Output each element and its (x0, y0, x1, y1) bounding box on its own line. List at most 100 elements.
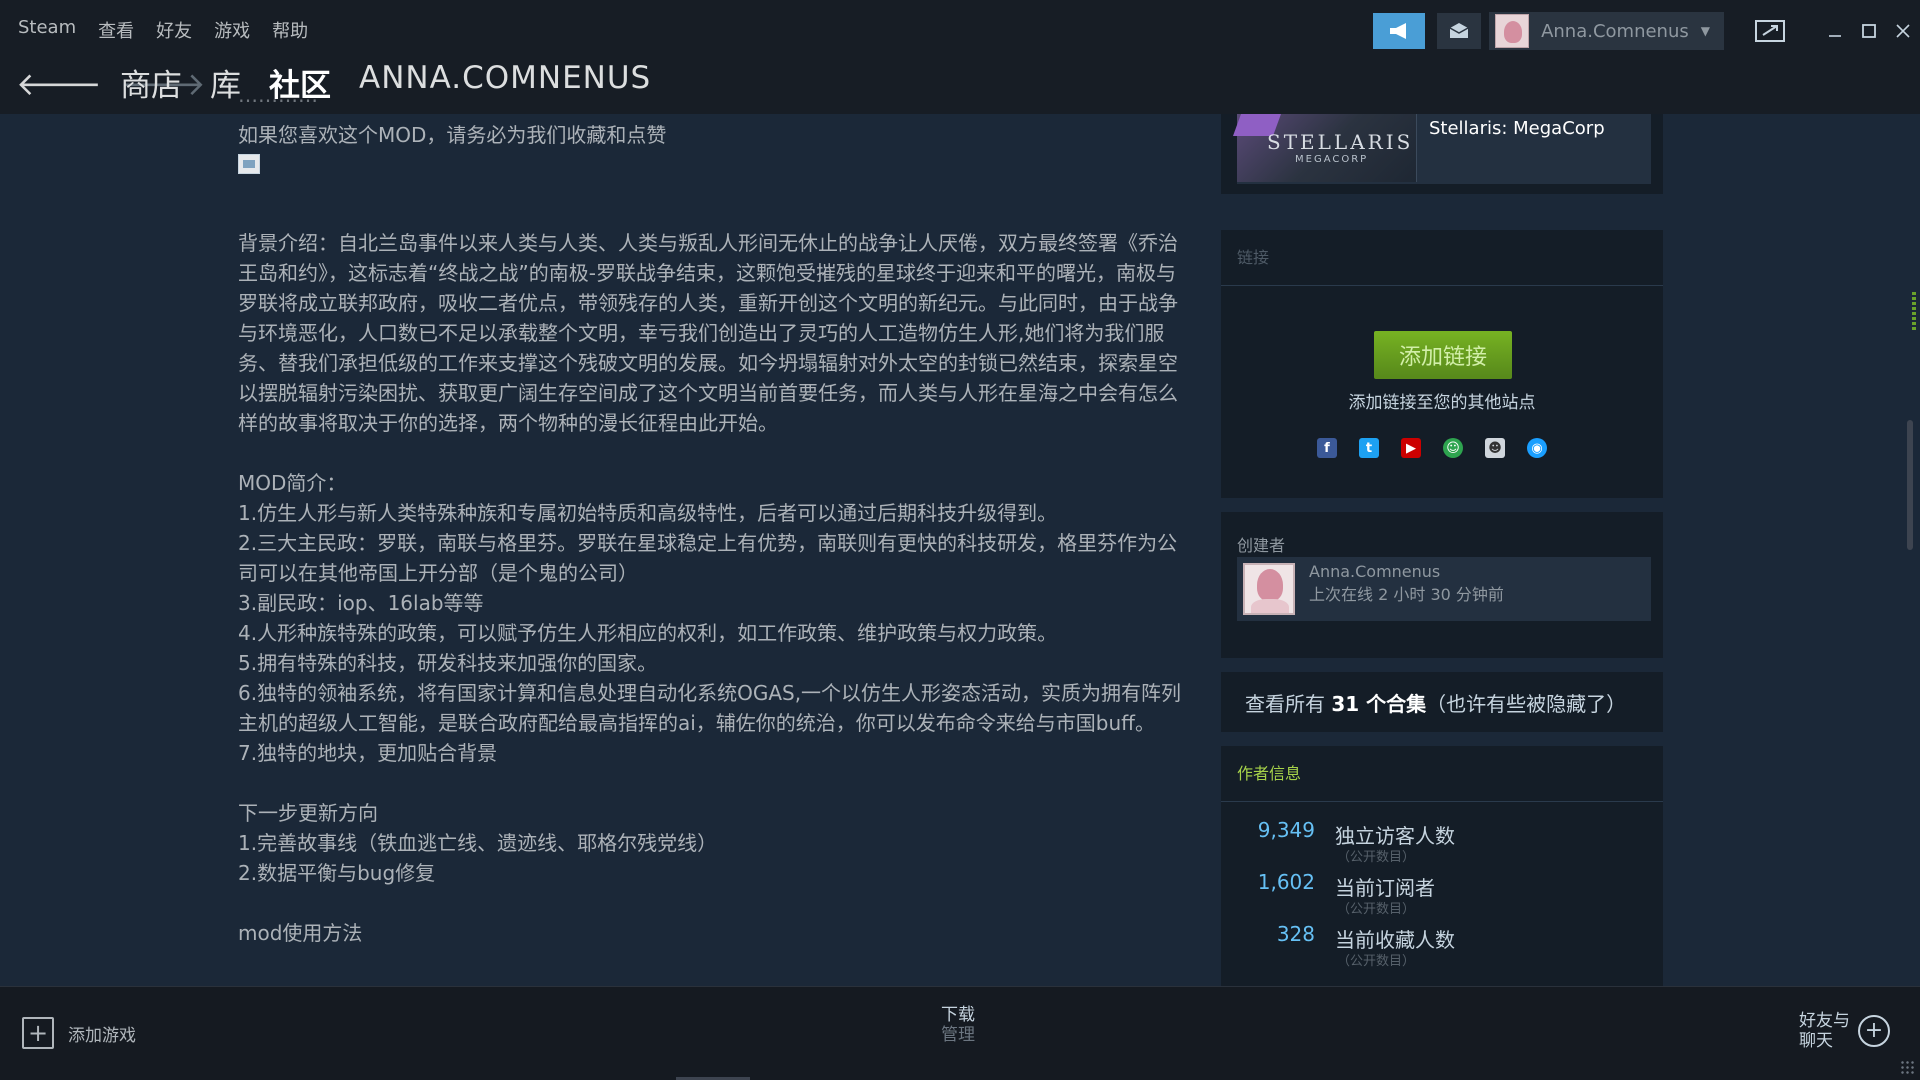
mod-item: 5.拥有特殊的科技，研发科技来加强你的国家。 (238, 651, 658, 675)
collections-count: 31 个合集 (1331, 692, 1427, 716)
mod-item: 4.人形种族特殊的政策，可以赋予仿生人形相应的权利，如工作政策、维护政策与权力政… (238, 621, 1058, 645)
stat-label: 独立访客人数 (1335, 824, 1455, 848)
menu-item-steam[interactable]: Steam (18, 17, 76, 43)
facebook-icon[interactable]: f (1317, 438, 1337, 458)
mod-item: 7.独特的地块，更加贴合背景 (238, 741, 498, 765)
friends-label: 好友与 聊天 (1799, 1011, 1850, 1051)
steam-icon[interactable]: ◉ (1527, 438, 1547, 458)
maximize-button[interactable] (1852, 14, 1886, 48)
stat-sub: （公开数目） (1337, 954, 1416, 969)
big-picture-button[interactable] (1748, 16, 1792, 46)
stat-value: 1,602 (1257, 870, 1315, 894)
menu-item-view[interactable]: 查看 (98, 17, 134, 43)
mod-intro-title: MOD简介： (238, 471, 347, 495)
downloads-button[interactable]: 下载 管理 (941, 1005, 975, 1045)
collections-panel[interactable]: 查看所有 31 个合集（也许有些被隐藏了） (1221, 672, 1663, 732)
avatar[interactable] (1243, 563, 1295, 615)
page-scrollbar[interactable] (1907, 420, 1913, 550)
menu-bar: Steam 查看 好友 游戏 帮助 (18, 17, 308, 43)
announcements-button[interactable] (1373, 13, 1426, 49)
window-controls (1818, 14, 1920, 48)
chevron-down-icon: ▼ (1700, 24, 1710, 38)
links-title: 链接 (1221, 230, 1663, 286)
author-info-title: 作者信息 (1221, 746, 1663, 802)
expand-icon (1755, 20, 1785, 42)
workshop-description: ………… 如果您喜欢这个MOD，请务必为我们收藏和点赞 背景介绍：自北兰岛事件以… (238, 96, 1188, 986)
dlc-logo: STELLARIS (1267, 130, 1414, 154)
resize-grip-icon[interactable] (1900, 1060, 1916, 1076)
nav-library[interactable]: 库 (210, 60, 241, 105)
creator-panel: 创建者 Anna.Comnenus 上次在线 2 小时 30 分钟前 (1221, 512, 1663, 658)
minimize-icon (1829, 35, 1841, 37)
menu-item-games[interactable]: 游戏 (214, 17, 250, 43)
background-paragraph: 背景介绍：自北兰岛事件以来人类与人类、人类与叛乱人形间无休止的战争让人厌倦，双方… (238, 231, 1178, 435)
stat-sub: （公开数目） (1337, 902, 1416, 917)
megaphone-icon (1390, 23, 1407, 39)
menu-item-help[interactable]: 帮助 (272, 17, 308, 43)
creator-name[interactable]: Anna.Comnenus (1309, 562, 1440, 581)
plus-icon: + (22, 1017, 54, 1049)
right-sidebar: STELLARIS MEGACORP Stellaris: MegaCorp 链… (1221, 114, 1663, 994)
smile-icon[interactable]: ☺ (1443, 438, 1463, 458)
envelope-icon (1449, 23, 1469, 38)
friends-line1: 好友与 (1799, 1011, 1850, 1031)
collections-link[interactable]: 查看所有 31 个合集（也许有些被隐藏了） (1245, 688, 1626, 717)
next-item: 2.数据平衡与bug修复 (238, 861, 436, 885)
twitter-icon[interactable]: t (1359, 438, 1379, 458)
back-arrow-icon[interactable]: 🡐 (16, 66, 102, 102)
minimize-button[interactable] (1818, 14, 1852, 48)
dlc-thumbnail: STELLARIS MEGACORP (1232, 114, 1417, 182)
stat-label: 当前订阅者 (1335, 876, 1435, 900)
stat-sub: （公开数目） (1337, 850, 1416, 865)
mod-item: 3.副民政：iop、16lab等等 (238, 591, 484, 615)
scroll-indicator (1912, 292, 1916, 332)
mod-item: 2.三大主民政：罗联，南联与格里芬。罗联在星球稳定上有优势，南联则有更快的科技研… (238, 531, 1178, 585)
avatar (1495, 14, 1530, 48)
nav-store[interactable]: 商店 (120, 60, 182, 105)
creator-card[interactable]: Anna.Comnenus 上次在线 2 小时 30 分钟前 (1237, 557, 1651, 621)
stat-value: 9,349 (1257, 818, 1315, 842)
notifications-button[interactable] (1437, 13, 1482, 49)
manage-label: 管理 (941, 1025, 975, 1045)
youtube-icon[interactable]: ▶ (1401, 438, 1421, 458)
broken-image-icon (238, 154, 260, 174)
collections-prefix: 查看所有 (1245, 692, 1332, 716)
add-game-label: 添加游戏 (68, 1025, 136, 1046)
links-panel: 链接 添加链接 添加链接至您的其他站点 f t ▶ ☺ ☻ ◉ (1221, 230, 1663, 498)
reddit-icon[interactable]: ☻ (1485, 438, 1505, 458)
close-button[interactable] (1886, 14, 1920, 48)
collections-suffix: （也许有些被隐藏了） (1426, 692, 1627, 716)
add-link-description: 添加链接至您的其他站点 (1348, 393, 1536, 413)
dlc-item[interactable]: STELLARIS MEGACORP Stellaris: MegaCorp (1232, 114, 1651, 184)
usage-title: mod使用方法 (238, 921, 363, 945)
stat-row: 1,602 当前订阅者 （公开数目） (1221, 870, 1663, 920)
bottom-bar: + 添加游戏 下载 管理 好友与 聊天 + (0, 986, 1920, 1080)
maximize-icon (1862, 24, 1876, 38)
account-menu[interactable]: Anna.Comnenus ▼ (1489, 12, 1724, 50)
add-link-button[interactable]: 添加链接 (1374, 331, 1512, 379)
friends-chat-button[interactable]: 好友与 聊天 + (1799, 1011, 1890, 1051)
creator-status: 上次在线 2 小时 30 分钟前 (1309, 585, 1504, 604)
title-bar: Steam 查看 好友 游戏 帮助 Anna.Comnenus ▼ (0, 0, 1920, 58)
stat-row: 9,349 独立访客人数 （公开数目） (1221, 818, 1663, 868)
dlc-logo-sub: MEGACORP (1295, 154, 1369, 165)
author-info-panel: 作者信息 9,349 独立访客人数 （公开数目） 1,602 当前订阅者 （公开… (1221, 746, 1663, 994)
description-lead: 如果您喜欢这个MOD，请务必为我们收藏和点赞 (238, 123, 667, 147)
add-friend-icon: + (1858, 1015, 1890, 1047)
mod-item: 1.仿生人形与新人类特殊种族和专属初始特质和高级特性，后者可以通过后期科技升级得… (238, 501, 1058, 525)
stat-label: 当前收藏人数 (1335, 928, 1455, 952)
dlc-title[interactable]: Stellaris: MegaCorp (1429, 118, 1605, 139)
social-links: f t ▶ ☺ ☻ ◉ (1317, 438, 1547, 458)
stat-row: 328 当前收藏人数 （公开数目） (1221, 922, 1663, 972)
friends-line2: 聊天 (1799, 1031, 1833, 1051)
download-label: 下载 (941, 1005, 975, 1025)
menu-item-friends[interactable]: 好友 (156, 17, 192, 43)
add-game-button[interactable]: + 添加游戏 (22, 1017, 136, 1049)
close-icon (1896, 24, 1910, 38)
creator-label: 创建者 (1237, 536, 1286, 555)
mod-item: 6.独特的领袖系统，将有国家计算和信息处理自动化系统OGAS,一个以仿生人形姿态… (238, 681, 1182, 735)
truncated-line: ………… (238, 96, 318, 110)
stat-value: 328 (1276, 922, 1315, 946)
account-name: Anna.Comnenus (1541, 20, 1689, 42)
required-dlc-panel: STELLARIS MEGACORP Stellaris: MegaCorp (1221, 114, 1663, 194)
